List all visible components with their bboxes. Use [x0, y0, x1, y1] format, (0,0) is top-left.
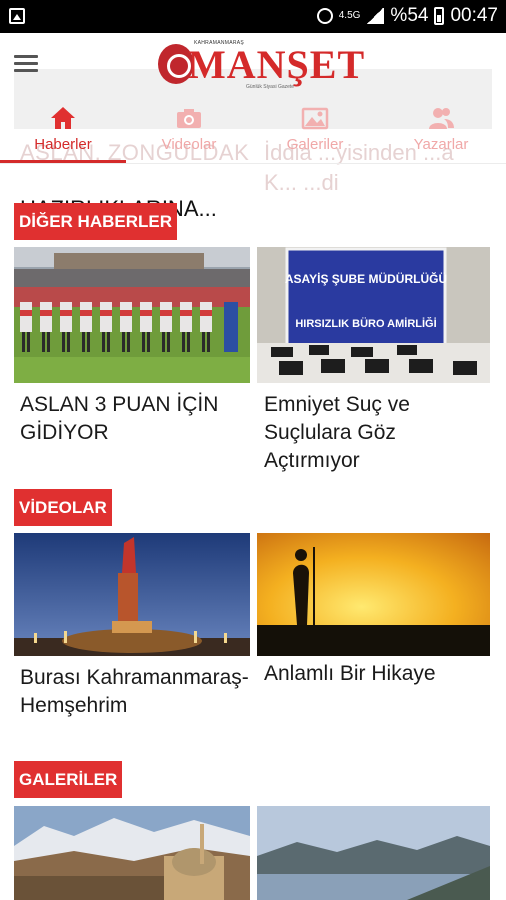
- video-card-image-sunset[interactable]: [257, 533, 490, 656]
- background-headline-right-2: K... ...di: [264, 170, 339, 195]
- network-type: 4.5G: [338, 10, 361, 21]
- gallery-notification-icon: [9, 8, 25, 24]
- tab-bar: Haberler Videolar Galeriler Yazarlar: [0, 97, 506, 163]
- gallery-card-image-lake[interactable]: [257, 806, 490, 900]
- news-card-image-police[interactable]: ASAYİŞ ŞUBE MÜDÜRLÜĞÜ HIRSIZLIK BÜRO AMİ…: [257, 247, 490, 383]
- menu-icon[interactable]: [14, 55, 38, 73]
- tab-label: Videolar: [161, 136, 217, 153]
- logo-text: MANŞET: [188, 42, 366, 87]
- mosque-image: [14, 806, 250, 900]
- sign-text-line2: HIRSIZLIK BÜRO AMİRLİĞİ: [295, 317, 436, 330]
- lake-image: [257, 806, 490, 900]
- status-right: 4.5G %54 00:47: [316, 5, 498, 27]
- police-sign-image: ASAYİŞ ŞUBE MÜDÜRLÜĞÜ HIRSIZLIK BÜRO AMİ…: [257, 247, 490, 383]
- app-logo[interactable]: KAHRAMANMARAŞ MANŞET Günlük Siyasi Gazet…: [158, 40, 364, 90]
- authors-icon: [429, 108, 454, 129]
- video-title-monument[interactable]: Burası Kahramanmaraş-Hemşehrim: [20, 664, 250, 720]
- section-label-videos: VİDEOLAR: [14, 489, 112, 526]
- football-team-image: [14, 247, 250, 383]
- video-title-sunset[interactable]: Anlamlı Bir Hikaye: [264, 660, 494, 688]
- gallery-icon: [301, 107, 329, 130]
- tab-galeriler[interactable]: Galeriler: [252, 97, 378, 163]
- section-label-galleries: GALERİLER: [14, 761, 123, 798]
- tab-haberler[interactable]: Haberler: [0, 97, 126, 163]
- battery-icon: [434, 7, 445, 25]
- video-card-image-monument[interactable]: [14, 533, 250, 656]
- status-bar: 4.5G %54 00:47: [0, 0, 506, 33]
- tab-divider: [0, 163, 506, 164]
- news-title-police[interactable]: Emniyet Suç ve Suçlulara Göz Açtırmıyor: [264, 391, 494, 475]
- sign-text-line1: ASAYİŞ ŞUBE MÜDÜRLÜĞÜ: [285, 271, 447, 286]
- news-title-football[interactable]: ASLAN 3 PUAN İÇİN GİDİYOR: [20, 391, 250, 447]
- signal-icon: [366, 8, 385, 24]
- section-label-other-news: DİĞER HABERLER: [14, 203, 178, 240]
- alarm-icon: [316, 8, 333, 24]
- sunset-image: [257, 533, 490, 656]
- app-bar: KAHRAMANMARAŞ MANŞET Günlük Siyasi Gazet…: [0, 33, 506, 97]
- home-icon: [51, 107, 75, 129]
- camera-icon: [177, 109, 201, 128]
- tab-yazarlar[interactable]: Yazarlar: [378, 97, 504, 163]
- gallery-card-image-mosque[interactable]: [14, 806, 250, 900]
- clock: 00:47: [450, 5, 498, 26]
- monument-image: [14, 533, 250, 656]
- logo-subtitle: Günlük Siyasi Gazete: [246, 84, 295, 90]
- battery-percent: %54: [390, 5, 429, 26]
- tab-label: Yazarlar: [413, 136, 469, 153]
- news-card-image-football[interactable]: [14, 247, 250, 383]
- tab-label: Haberler: [34, 136, 92, 153]
- tab-videolar[interactable]: Videolar: [126, 97, 252, 163]
- tab-label: Galeriler: [286, 136, 344, 153]
